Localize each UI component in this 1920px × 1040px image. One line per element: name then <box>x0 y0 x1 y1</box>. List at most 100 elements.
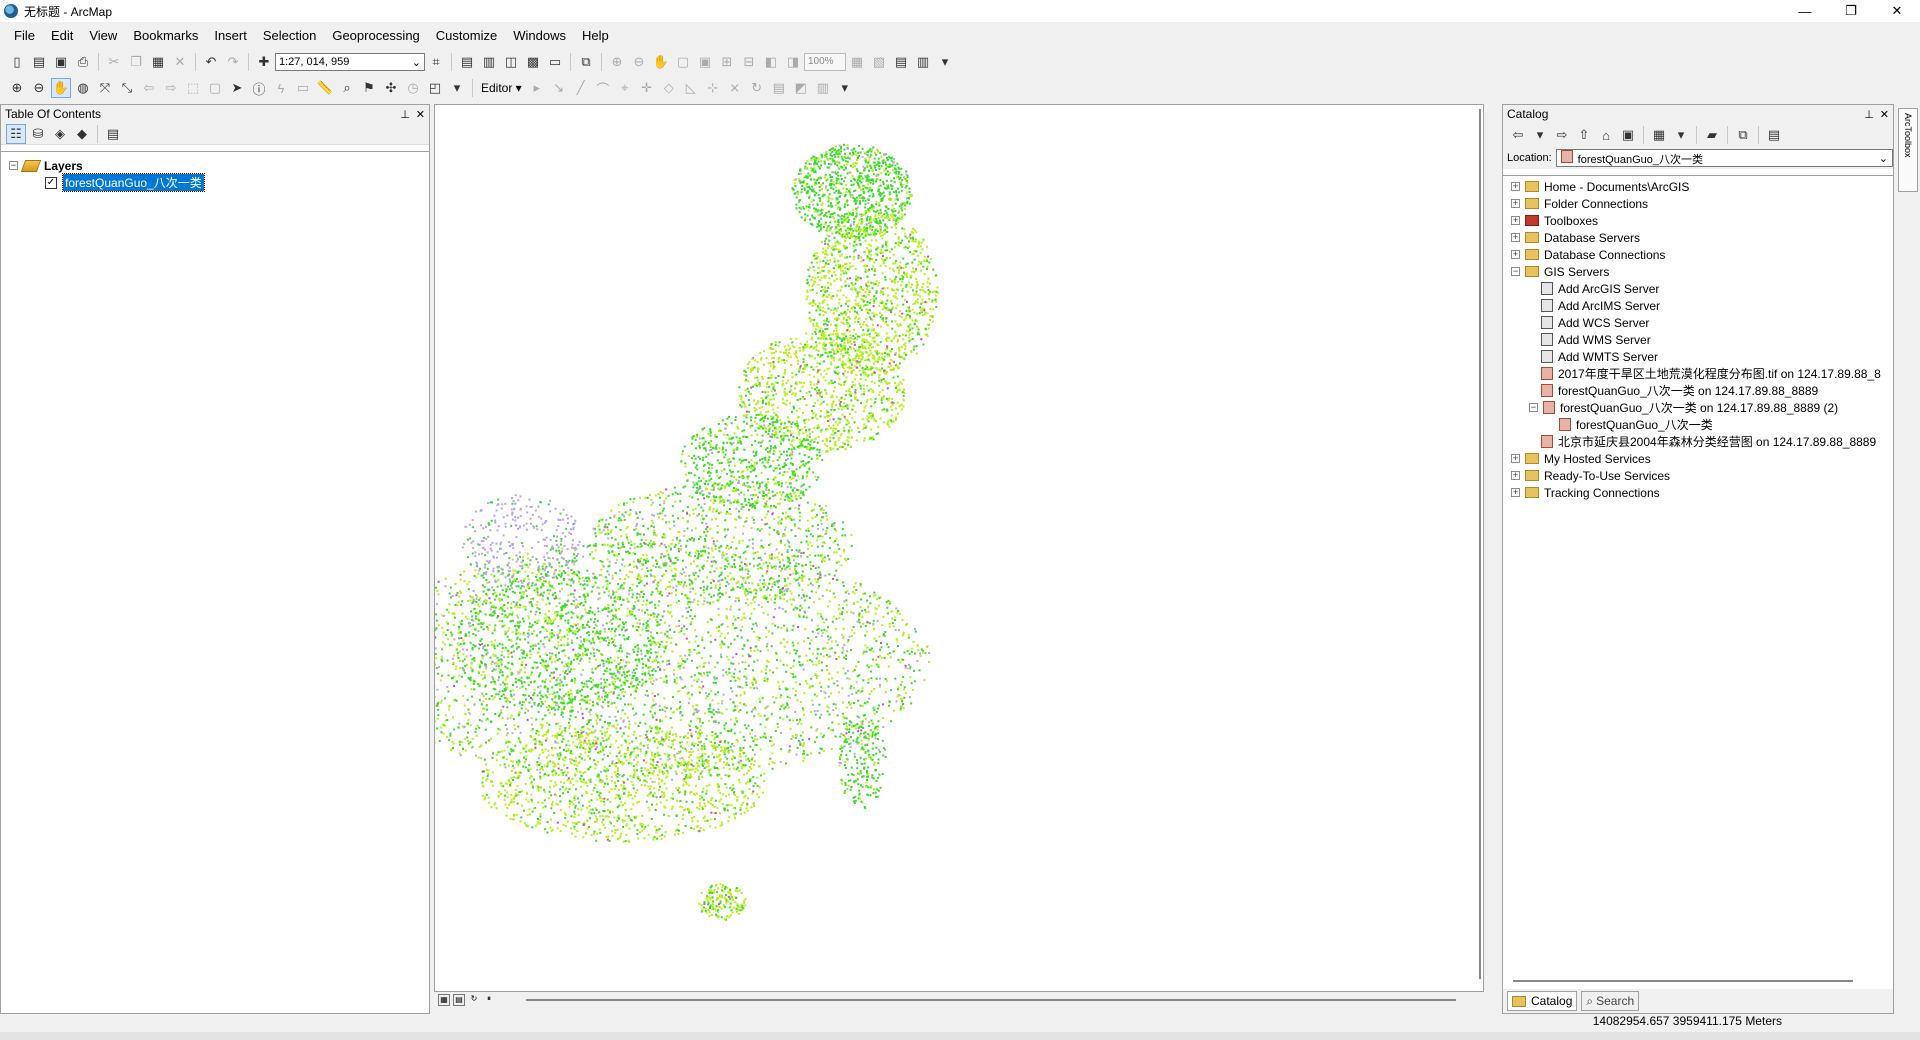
fixed-zoom-out-icon[interactable]: ⊟ <box>739 52 759 72</box>
tab-catalog[interactable]: Catalog <box>1507 991 1578 1011</box>
map-scale-combo[interactable]: 1:27, 014, 959 ⌄ <box>275 53 425 71</box>
open-icon[interactable]: ▤ <box>29 52 49 72</box>
pin-icon[interactable]: ⊥ <box>1864 108 1874 121</box>
pin-icon[interactable]: ⊥ <box>400 108 410 121</box>
home-icon[interactable]: ⌂ <box>1596 125 1616 145</box>
next-extent-icon[interactable]: ◨ <box>783 52 803 72</box>
arctoolbox-side-tab[interactable]: ArcToolbox <box>1898 108 1918 192</box>
pan-icon[interactable]: ✋ <box>51 78 71 98</box>
tree-item-service-layer[interactable]: forestQuanGuo_八次一类 <box>1559 416 1713 433</box>
close-window-button[interactable]: ✕ <box>1874 0 1920 22</box>
search-window-icon[interactable]: ◫ <box>501 52 521 72</box>
catalog-options-icon[interactable]: ▤ <box>1764 125 1784 145</box>
tree-item-add-arcims-server[interactable]: Add ArcIMS Server <box>1541 297 1660 314</box>
menu-edit[interactable]: Edit <box>43 28 81 43</box>
previous-extent-icon[interactable]: ◧ <box>761 52 781 72</box>
expand-icon[interactable]: + <box>1511 471 1520 480</box>
paste-icon[interactable]: ▦ <box>148 52 168 72</box>
tree-item-home[interactable]: + Home - Documents\ArcGIS <box>1511 178 1689 195</box>
expand-icon[interactable]: + <box>1511 250 1520 259</box>
menu-file[interactable]: File <box>6 28 43 43</box>
edit-vertices-icon[interactable]: ◇ <box>659 78 679 98</box>
measure-icon[interactable]: 📏 <box>315 78 335 98</box>
list-by-source-icon[interactable]: ⛁ <box>28 124 48 144</box>
pause-drawing-icon[interactable]: ⏸ <box>483 994 495 1006</box>
tree-item-folder-connections[interactable]: + Folder Connections <box>1511 195 1648 212</box>
menu-windows[interactable]: Windows <box>505 28 574 43</box>
back-dropdown-icon[interactable]: ▾ <box>1530 125 1550 145</box>
data-view-icon[interactable]: ▦ <box>438 994 450 1006</box>
zoom-whole-page-icon[interactable]: ▢ <box>673 52 693 72</box>
layout-pan-icon[interactable]: ✋ <box>651 52 671 72</box>
attributes-icon[interactable]: ▤ <box>769 78 789 98</box>
tree-item-add-arcgis-server[interactable]: Add ArcGIS Server <box>1541 280 1659 297</box>
zoom-out-icon[interactable]: ⊖ <box>29 78 49 98</box>
layer-row[interactable]: ✓ forestQuanGuo_八次一类 <box>45 173 205 192</box>
hyperlink-icon[interactable]: ϟ <box>271 78 291 98</box>
location-combo[interactable]: forestQuanGuo_八次一类 ⌄ <box>1555 149 1893 167</box>
editor-toolbar-icon[interactable]: ⌗ <box>426 52 446 72</box>
python-window-icon[interactable]: ▭ <box>545 52 565 72</box>
tree-item-add-wmts-server[interactable]: Add WMTS Server <box>1541 348 1658 365</box>
go-to-xy-icon[interactable]: ✣ <box>381 78 401 98</box>
end-point-arc-icon[interactable]: ⌒ <box>593 78 613 98</box>
select-elements-icon[interactable]: ➤ <box>227 78 247 98</box>
cut-polygons-icon[interactable]: ⊹ <box>703 78 723 98</box>
tree-item-add-wms-server[interactable]: Add WMS Server <box>1541 331 1651 348</box>
full-extent-icon[interactable]: ◍ <box>73 78 93 98</box>
save-icon[interactable]: ▣ <box>51 52 71 72</box>
expand-icon[interactable]: + <box>1511 454 1520 463</box>
menu-selection[interactable]: Selection <box>255 28 324 43</box>
tree-item-tracking[interactable]: + Tracking Connections <box>1511 484 1660 501</box>
list-by-visibility-icon[interactable]: ◈ <box>50 124 70 144</box>
layout-zoom-out-icon[interactable]: ⊖ <box>629 52 649 72</box>
tree-item-service[interactable]: 2017年度干旱区土地荒漠化程度分布图.tif on 124.17.89.88_… <box>1541 365 1881 382</box>
menu-view[interactable]: View <box>81 28 125 43</box>
menu-customize[interactable]: Customize <box>428 28 505 43</box>
layout-zoom-percent[interactable]: 100% <box>804 53 846 71</box>
add-data-icon[interactable]: ✚ <box>254 52 274 72</box>
fixed-zoom-out-icon-2[interactable]: ⤡ <box>117 78 137 98</box>
views-dropdown-icon[interactable]: ▾ <box>1671 125 1691 145</box>
maximize-button[interactable]: ❐ <box>1828 0 1874 22</box>
map-horizontal-scrollbar[interactable] <box>526 999 1456 1001</box>
minimize-button[interactable]: — <box>1782 0 1828 22</box>
layer-visibility-checkbox[interactable]: ✓ <box>45 176 57 189</box>
tree-item-service[interactable]: forestQuanGuo_八次一类 on 124.17.89.88_8889 <box>1541 382 1818 399</box>
tree-item-toolboxes[interactable]: + Toolboxes <box>1511 212 1598 229</box>
tree-item-service[interactable]: 北京市延庆县2004年森林分类经营图 on 124.17.89.88_8889 <box>1541 433 1876 450</box>
edit-annotation-icon[interactable]: ↘ <box>549 78 569 98</box>
back-extent-icon[interactable]: ⇦ <box>139 78 159 98</box>
expand-icon[interactable]: + <box>1511 233 1520 242</box>
find-route-icon[interactable]: ⚑ <box>359 78 379 98</box>
select-features-icon[interactable]: ⬚ <box>183 78 203 98</box>
zoom-in-icon[interactable]: ⊕ <box>7 78 27 98</box>
trace-icon[interactable]: ⌖ <box>615 78 635 98</box>
catalog-window-icon[interactable]: ▥ <box>479 52 499 72</box>
expand-icon[interactable]: + <box>1511 488 1520 497</box>
toolbar-options-icon-2[interactable]: ▾ <box>447 78 467 98</box>
views-icon[interactable]: ▦ <box>1649 125 1669 145</box>
back-icon[interactable]: ⇦ <box>1508 125 1528 145</box>
expand-icon[interactable]: + <box>1511 199 1520 208</box>
layout-view-icon[interactable]: ▤ <box>453 994 465 1006</box>
time-slider-icon[interactable]: ◷ <box>403 78 423 98</box>
table-of-contents-icon[interactable]: ▤ <box>457 52 477 72</box>
forward-icon[interactable]: ⇨ <box>1552 125 1572 145</box>
close-icon[interactable]: ✕ <box>416 108 425 121</box>
toggle-contents-icon[interactable]: ⧉ <box>1733 125 1753 145</box>
collapse-icon[interactable]: − <box>1511 267 1520 276</box>
tree-item-database-connections[interactable]: + Database Connections <box>1511 246 1665 263</box>
collapse-icon[interactable]: − <box>9 161 18 170</box>
connect-folder-icon[interactable]: ▣ <box>1618 125 1638 145</box>
rotate-icon[interactable]: ↻ <box>747 78 767 98</box>
catalog-horizontal-scrollbar[interactable] <box>1513 980 1853 982</box>
menu-geoprocessing[interactable]: Geoprocessing <box>324 28 427 43</box>
new-folder-icon[interactable]: ▰ <box>1702 125 1722 145</box>
toggle-draft-icon[interactable]: ▦ <box>847 52 867 72</box>
tree-item-add-wcs-server[interactable]: Add WCS Server <box>1541 314 1649 331</box>
delete-icon[interactable]: ✕ <box>170 52 190 72</box>
focus-data-frame-icon[interactable]: ▧ <box>869 52 889 72</box>
list-by-selection-icon[interactable]: ◆ <box>72 124 92 144</box>
tree-item-service[interactable]: − forestQuanGuo_八次一类 on 124.17.89.88_8889… <box>1529 399 1838 416</box>
